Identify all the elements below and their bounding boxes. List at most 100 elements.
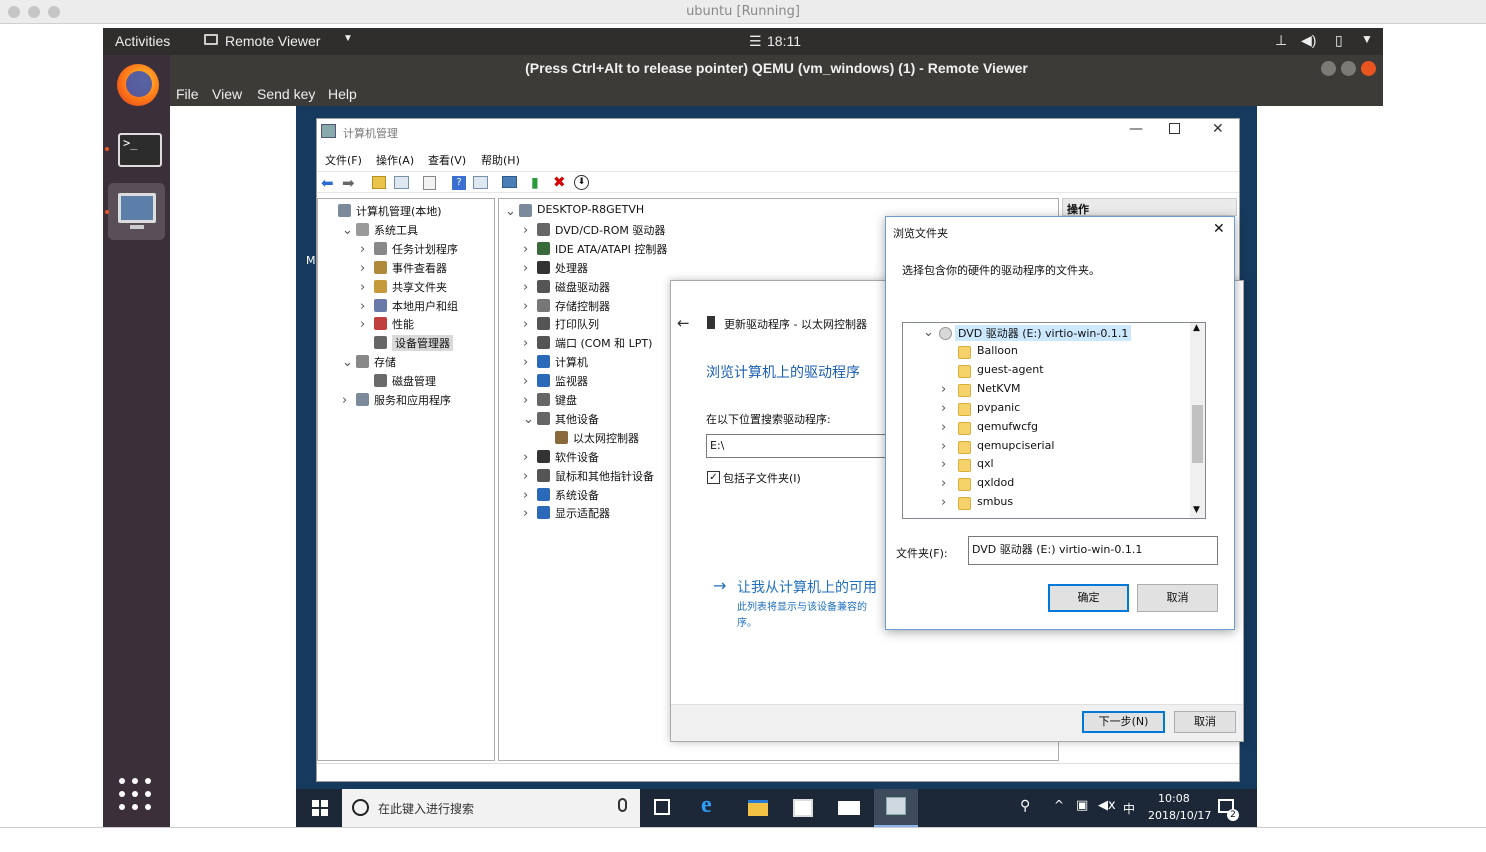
mail-icon[interactable] xyxy=(838,801,860,815)
chevron-right-icon[interactable]: › xyxy=(360,280,365,295)
chevron-right-icon[interactable]: › xyxy=(941,457,946,472)
scroll-up-icon[interactable]: ▲ xyxy=(1193,323,1200,333)
dock-remote-viewer[interactable] xyxy=(105,183,165,240)
pick-from-list-link[interactable]: 让我从计算机上的可用 xyxy=(737,577,877,597)
maximize-icon[interactable] xyxy=(1169,123,1180,134)
system-menu-icon[interactable]: ▼ xyxy=(1361,32,1373,46)
maximize-icon[interactable] xyxy=(1341,61,1356,76)
close-icon[interactable]: ✕ xyxy=(1213,221,1225,237)
clock-time[interactable]: 10:08 xyxy=(1158,792,1190,805)
scrollbar[interactable]: ▲ ▼ xyxy=(1190,323,1205,518)
next-button[interactable]: 下一步(N) xyxy=(1082,711,1165,733)
folder-row[interactable]: › qxl xyxy=(903,456,1190,474)
show-hide-tree-icon[interactable] xyxy=(394,176,409,189)
menu-action[interactable]: 操作(A) xyxy=(376,152,414,168)
back-arrow-icon[interactable]: ← xyxy=(677,314,690,332)
app-menu-button[interactable]: Remote Viewer xyxy=(225,33,320,49)
chevron-right-icon[interactable]: › xyxy=(523,317,528,332)
nav-tree-row[interactable]: 计算机管理(本地) xyxy=(318,201,494,219)
minimize-icon[interactable] xyxy=(1321,61,1336,76)
chevron-right-icon[interactable]: › xyxy=(523,374,528,389)
edge-icon[interactable]: e xyxy=(701,792,712,819)
chevron-right-icon[interactable]: › xyxy=(360,317,365,332)
people-icon[interactable]: ⚲ xyxy=(1020,798,1030,814)
chevron-right-icon[interactable]: › xyxy=(360,242,365,257)
help-icon[interactable]: ? xyxy=(452,176,466,190)
ok-button[interactable]: 确定 xyxy=(1048,584,1129,612)
nav-tree-row[interactable]: › 任务计划程序 xyxy=(318,239,494,257)
menu-help[interactable]: Help xyxy=(328,86,357,102)
action-pane-icon[interactable] xyxy=(473,176,488,189)
chevron-right-icon[interactable]: › xyxy=(523,488,528,503)
activities-button[interactable]: Activities xyxy=(115,33,170,49)
chevron-right-icon[interactable]: › xyxy=(342,393,347,408)
nav-tree-row[interactable]: › 事件查看器 xyxy=(318,258,494,276)
chevron-down-icon[interactable]: ⌄ xyxy=(342,355,353,370)
search-box[interactable]: 在此键入进行搜索 xyxy=(342,789,640,827)
task-view-icon[interactable] xyxy=(654,799,670,815)
volume-muted-icon[interactable]: ◀x xyxy=(1098,798,1116,813)
chevron-right-icon[interactable]: › xyxy=(941,476,946,491)
chevron-right-icon[interactable]: › xyxy=(941,401,946,416)
nav-tree-row[interactable]: 设备管理器 xyxy=(318,333,494,352)
ime-indicator[interactable]: 中 xyxy=(1123,800,1135,817)
file-explorer-icon[interactable] xyxy=(748,800,768,816)
nav-tree-row[interactable]: ⌄ 存储 xyxy=(318,352,494,370)
battery-icon[interactable]: ▯ xyxy=(1335,32,1343,49)
menu-file[interactable]: 文件(F) xyxy=(325,152,362,168)
menu-view[interactable]: 查看(V) xyxy=(428,152,466,168)
chevron-down-icon[interactable]: ⌄ xyxy=(342,223,353,238)
folder-row[interactable]: › qxldod xyxy=(903,475,1190,493)
folder-root-row[interactable]: ⌄ DVD 驱动器 (E:) virtio-win-0.1.1 xyxy=(903,324,1190,342)
chevron-right-icon[interactable]: › xyxy=(523,355,528,370)
nav-tree-row[interactable]: › 性能 xyxy=(318,314,494,332)
microphone-icon[interactable] xyxy=(618,798,627,812)
chevron-right-icon[interactable]: › xyxy=(523,261,528,276)
uninstall-icon[interactable]: ✖ xyxy=(553,173,566,191)
folder-row[interactable]: › smbus xyxy=(903,494,1190,512)
dock-firefox[interactable] xyxy=(108,57,165,114)
chevron-right-icon[interactable]: › xyxy=(523,299,528,314)
chevron-up-icon[interactable]: ^ xyxy=(1054,798,1064,812)
menu-send-key[interactable]: Send key xyxy=(257,86,315,102)
folder-row[interactable]: › NetKVM xyxy=(903,381,1190,399)
scan-download-icon[interactable]: ⬇ xyxy=(574,175,589,190)
nav-tree-row[interactable]: 磁盘管理 xyxy=(318,371,494,389)
include-subfolders-checkbox[interactable]: ✓ xyxy=(707,471,720,484)
close-icon[interactable] xyxy=(1361,61,1376,76)
volume-icon[interactable]: ◀) xyxy=(1301,32,1316,49)
close-icon[interactable]: ✕ xyxy=(1212,121,1224,137)
folder-row[interactable]: › qemupciserial xyxy=(903,438,1190,456)
folder-tree[interactable]: ⌄ DVD 驱动器 (E:) virtio-win-0.1.1 Balloon gue… xyxy=(902,322,1206,519)
back-arrow-icon[interactable]: ⬅ xyxy=(321,174,334,192)
nav-tree-row[interactable]: ⌄ 系统工具 xyxy=(318,220,494,238)
scrollbar-thumb[interactable] xyxy=(1192,405,1203,463)
show-applications-icon[interactable] xyxy=(119,778,153,812)
properties-icon[interactable] xyxy=(423,176,436,190)
menu-file[interactable]: File xyxy=(176,86,199,102)
folder-row[interactable]: › qemufwcfg xyxy=(903,419,1190,437)
cancel-button[interactable]: 取消 xyxy=(1174,711,1236,733)
forward-arrow-icon[interactable]: ➡ xyxy=(342,174,355,192)
dock-terminal[interactable]: >_ xyxy=(105,122,165,179)
chevron-right-icon[interactable]: › xyxy=(360,299,365,314)
network-warning-icon[interactable]: ▣ xyxy=(1076,798,1088,813)
clock[interactable]: 18:11 xyxy=(767,33,801,49)
folder-row[interactable]: › pvpanic xyxy=(903,400,1190,418)
chevron-right-icon[interactable]: › xyxy=(523,280,528,295)
chevron-right-icon[interactable]: › xyxy=(941,382,946,397)
computer-management-taskbar-item[interactable] xyxy=(874,789,918,827)
windows-start-icon[interactable] xyxy=(312,800,328,816)
chevron-down-icon[interactable]: ⌄ xyxy=(923,325,934,340)
menu-view[interactable]: View xyxy=(212,86,242,102)
up-folder-icon[interactable] xyxy=(372,176,386,189)
menu-help[interactable]: 帮助(H) xyxy=(481,152,520,168)
chevron-right-icon[interactable]: › xyxy=(523,506,528,521)
nav-tree-row[interactable]: › 服务和应用程序 xyxy=(318,390,494,408)
chevron-right-icon[interactable]: › xyxy=(523,242,528,257)
nav-tree-row[interactable]: › 本地用户和组 xyxy=(318,296,494,314)
chevron-right-icon[interactable]: › xyxy=(523,450,528,465)
nav-tree-row[interactable]: › 共享文件夹 xyxy=(318,277,494,295)
chevron-down-icon[interactable]: ⌄ xyxy=(505,204,516,219)
store-icon[interactable] xyxy=(793,799,813,817)
